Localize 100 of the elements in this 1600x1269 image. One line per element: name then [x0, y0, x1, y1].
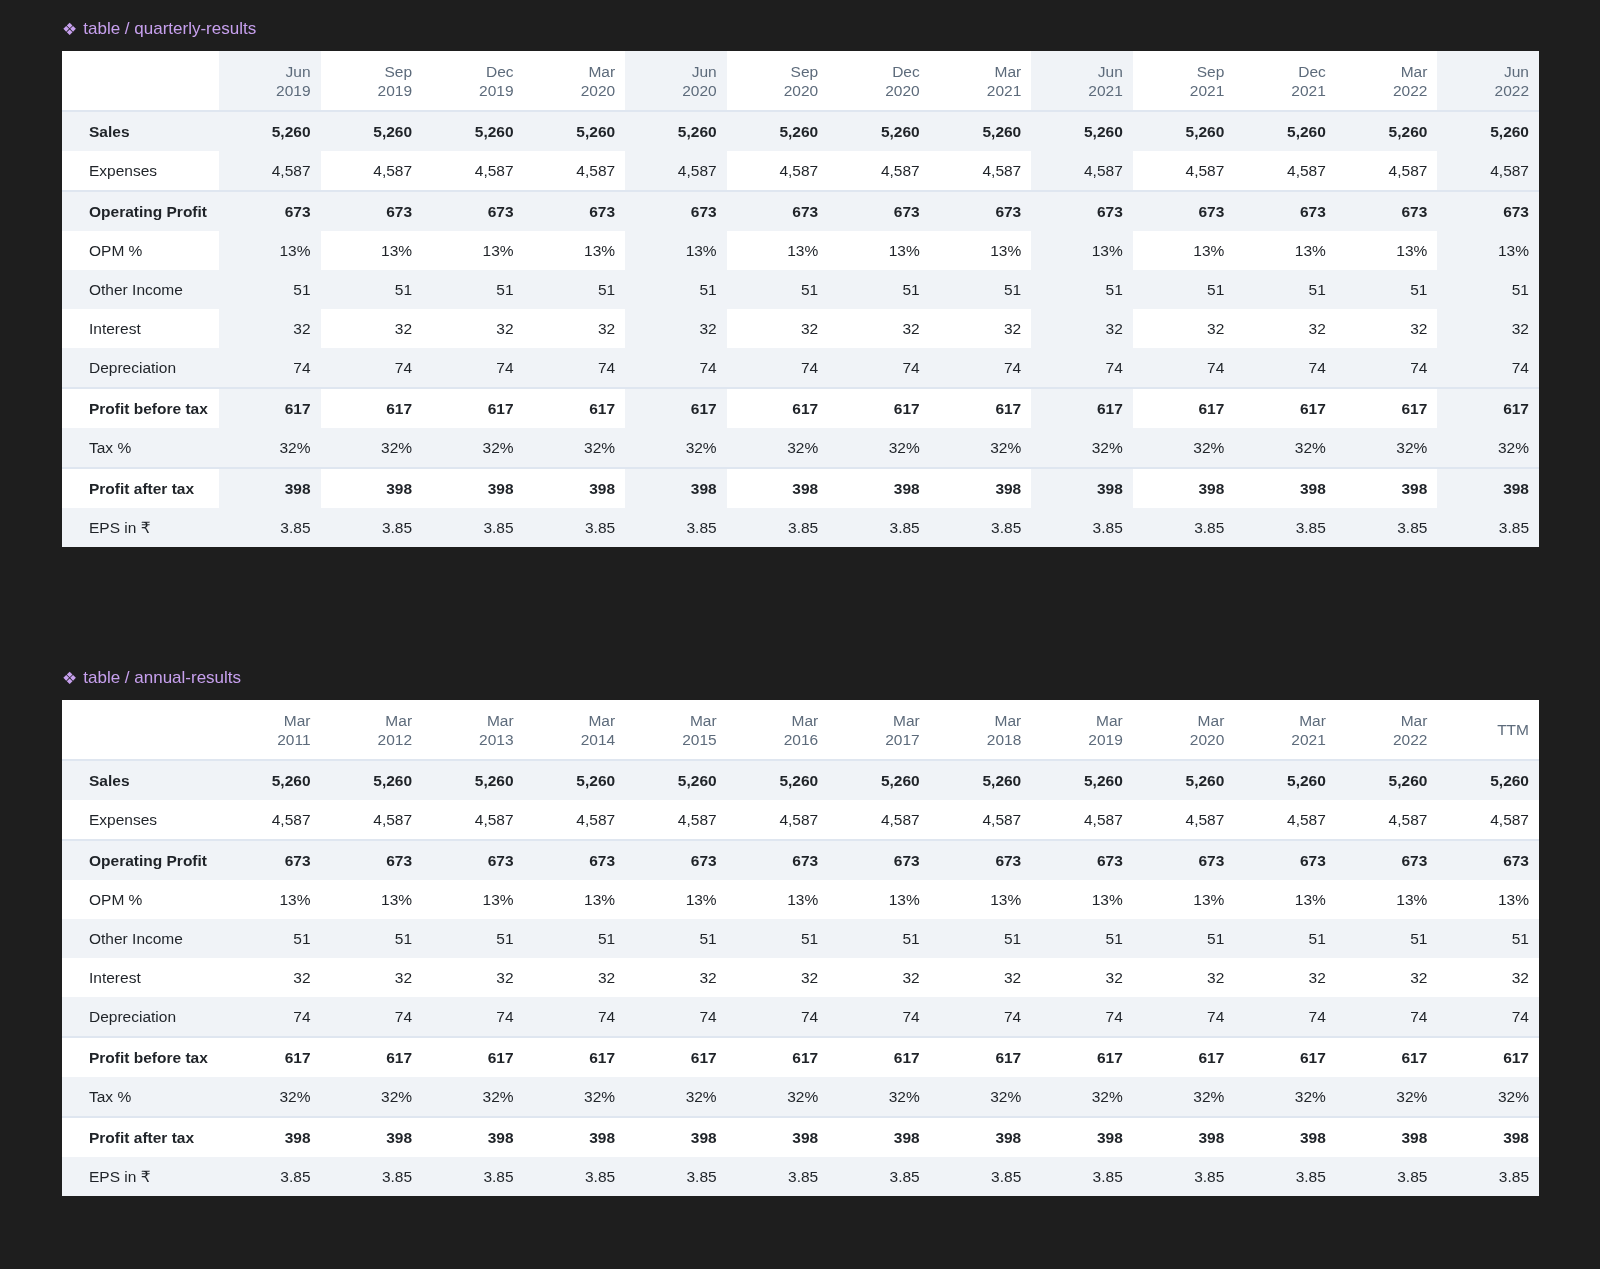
table-cell: 32: [726, 958, 829, 997]
table-cell: 3.85: [1234, 1157, 1336, 1196]
table-cell: 32%: [523, 1077, 626, 1117]
table-cell: 5,260: [828, 760, 930, 800]
table-cell: 4,587: [1132, 151, 1235, 191]
table-cell: 3.85: [320, 1157, 423, 1196]
table-cell: 3.85: [1132, 508, 1235, 547]
table-cell: 32: [523, 958, 626, 997]
table-cell: 673: [320, 840, 423, 880]
table-cell: 51: [828, 270, 930, 309]
table-cell: 673: [523, 840, 626, 880]
table-cell: 4,587: [929, 800, 1032, 840]
table-cell: 32%: [828, 1077, 930, 1117]
column-header: Jun 2022: [1437, 51, 1539, 111]
table-cell: 32%: [422, 1077, 524, 1117]
table-cell: 3.85: [219, 1157, 321, 1196]
table-cell: 673: [625, 191, 727, 231]
table-cell: 74: [1031, 997, 1133, 1037]
table-cell: 51: [625, 270, 727, 309]
table-cell: 74: [828, 997, 930, 1037]
table-cell: 32: [422, 309, 524, 348]
table-cell: 5,260: [219, 760, 321, 800]
table-cell: 32: [828, 958, 930, 997]
table-cell: 32%: [1437, 428, 1539, 468]
table-cell: 4,587: [422, 151, 524, 191]
table-cell: 32: [219, 958, 321, 997]
table-cell: 32%: [219, 428, 321, 468]
row-label: Interest: [62, 958, 219, 997]
table-cell: 3.85: [1335, 1157, 1438, 1196]
table-cell: 51: [422, 270, 524, 309]
table-cell: 74: [1437, 348, 1539, 388]
table-cell: 32: [929, 958, 1032, 997]
table-cell: 673: [1335, 191, 1438, 231]
table-cell: 617: [1031, 388, 1133, 428]
table-cell: 74: [1234, 348, 1336, 388]
table-cell: 32: [828, 309, 930, 348]
table-cell: 13%: [1132, 231, 1235, 270]
table-title: table / annual-results: [83, 668, 242, 688]
table-cell: 32%: [1437, 1077, 1539, 1117]
table-cell: 13%: [929, 880, 1032, 919]
table-cell: 74: [929, 348, 1032, 388]
table-cell: 13%: [422, 880, 524, 919]
table-cell: 32: [1234, 309, 1336, 348]
table-cell: 32: [1335, 309, 1438, 348]
table-cell: 617: [219, 388, 321, 428]
table-cell: 13%: [320, 880, 423, 919]
table-cell: 3.85: [828, 1157, 930, 1196]
table-cell: 5,260: [625, 760, 727, 800]
table-cell: 13%: [320, 231, 423, 270]
table-cell: 13%: [828, 231, 930, 270]
row-label: Operating Profit: [62, 191, 219, 231]
table-cell: 74: [625, 348, 727, 388]
table-cell: 13%: [929, 231, 1032, 270]
table-cell: 74: [422, 348, 524, 388]
table-cell: 4,587: [828, 151, 930, 191]
column-header: Jun 2020: [625, 51, 727, 111]
table-cell: 13%: [726, 231, 829, 270]
table-cell: 5,260: [929, 760, 1032, 800]
table-cell: 4,587: [320, 151, 423, 191]
column-header: Jun 2019: [219, 51, 321, 111]
table-cell: 3.85: [1132, 1157, 1235, 1196]
table-cell: 32%: [422, 428, 524, 468]
component-icon: ❖: [62, 20, 78, 38]
table-cell: 673: [625, 840, 727, 880]
table-cell: 617: [1437, 388, 1539, 428]
table-cell: 32%: [1132, 428, 1235, 468]
table-cell: 32: [726, 309, 829, 348]
table-cell: 673: [1437, 191, 1539, 231]
row-label: EPS in ₹: [62, 1157, 219, 1196]
table-cell: 32: [320, 309, 423, 348]
table-cell: 673: [1234, 191, 1336, 231]
table-cell: 13%: [625, 880, 727, 919]
table-cell: 4,587: [625, 800, 727, 840]
table-cell: 32: [1132, 958, 1235, 997]
table-cell: 32%: [1031, 428, 1133, 468]
table-cell: 51: [1335, 270, 1438, 309]
table-cell: 51: [1234, 270, 1336, 309]
table-cell: 74: [523, 997, 626, 1037]
table-cell: 5,260: [1234, 111, 1336, 151]
table-cell: 32: [523, 309, 626, 348]
table-cell: 13%: [625, 231, 727, 270]
table-cell: 5,260: [320, 760, 423, 800]
table-cell: 3.85: [1437, 1157, 1539, 1196]
table-cell: 673: [828, 191, 930, 231]
table-cell: 673: [219, 840, 321, 880]
table-cell: 32: [422, 958, 524, 997]
row-label: Sales: [62, 760, 219, 800]
table-cell: 5,260: [1132, 111, 1235, 151]
table-cell: 3.85: [625, 508, 727, 547]
table-cell: 32: [1031, 958, 1133, 997]
table-cell: 32%: [929, 1077, 1032, 1117]
table-cell: 32%: [828, 428, 930, 468]
table-cell: 32%: [726, 428, 829, 468]
row-label: Other Income: [62, 270, 219, 309]
column-header: Jun 2021: [1031, 51, 1133, 111]
table-cell: 4,587: [523, 151, 626, 191]
table-cell: 4,587: [726, 800, 829, 840]
table-cell: 3.85: [929, 508, 1032, 547]
table-cell: 74: [320, 997, 423, 1037]
table-cell: 673: [1437, 840, 1539, 880]
